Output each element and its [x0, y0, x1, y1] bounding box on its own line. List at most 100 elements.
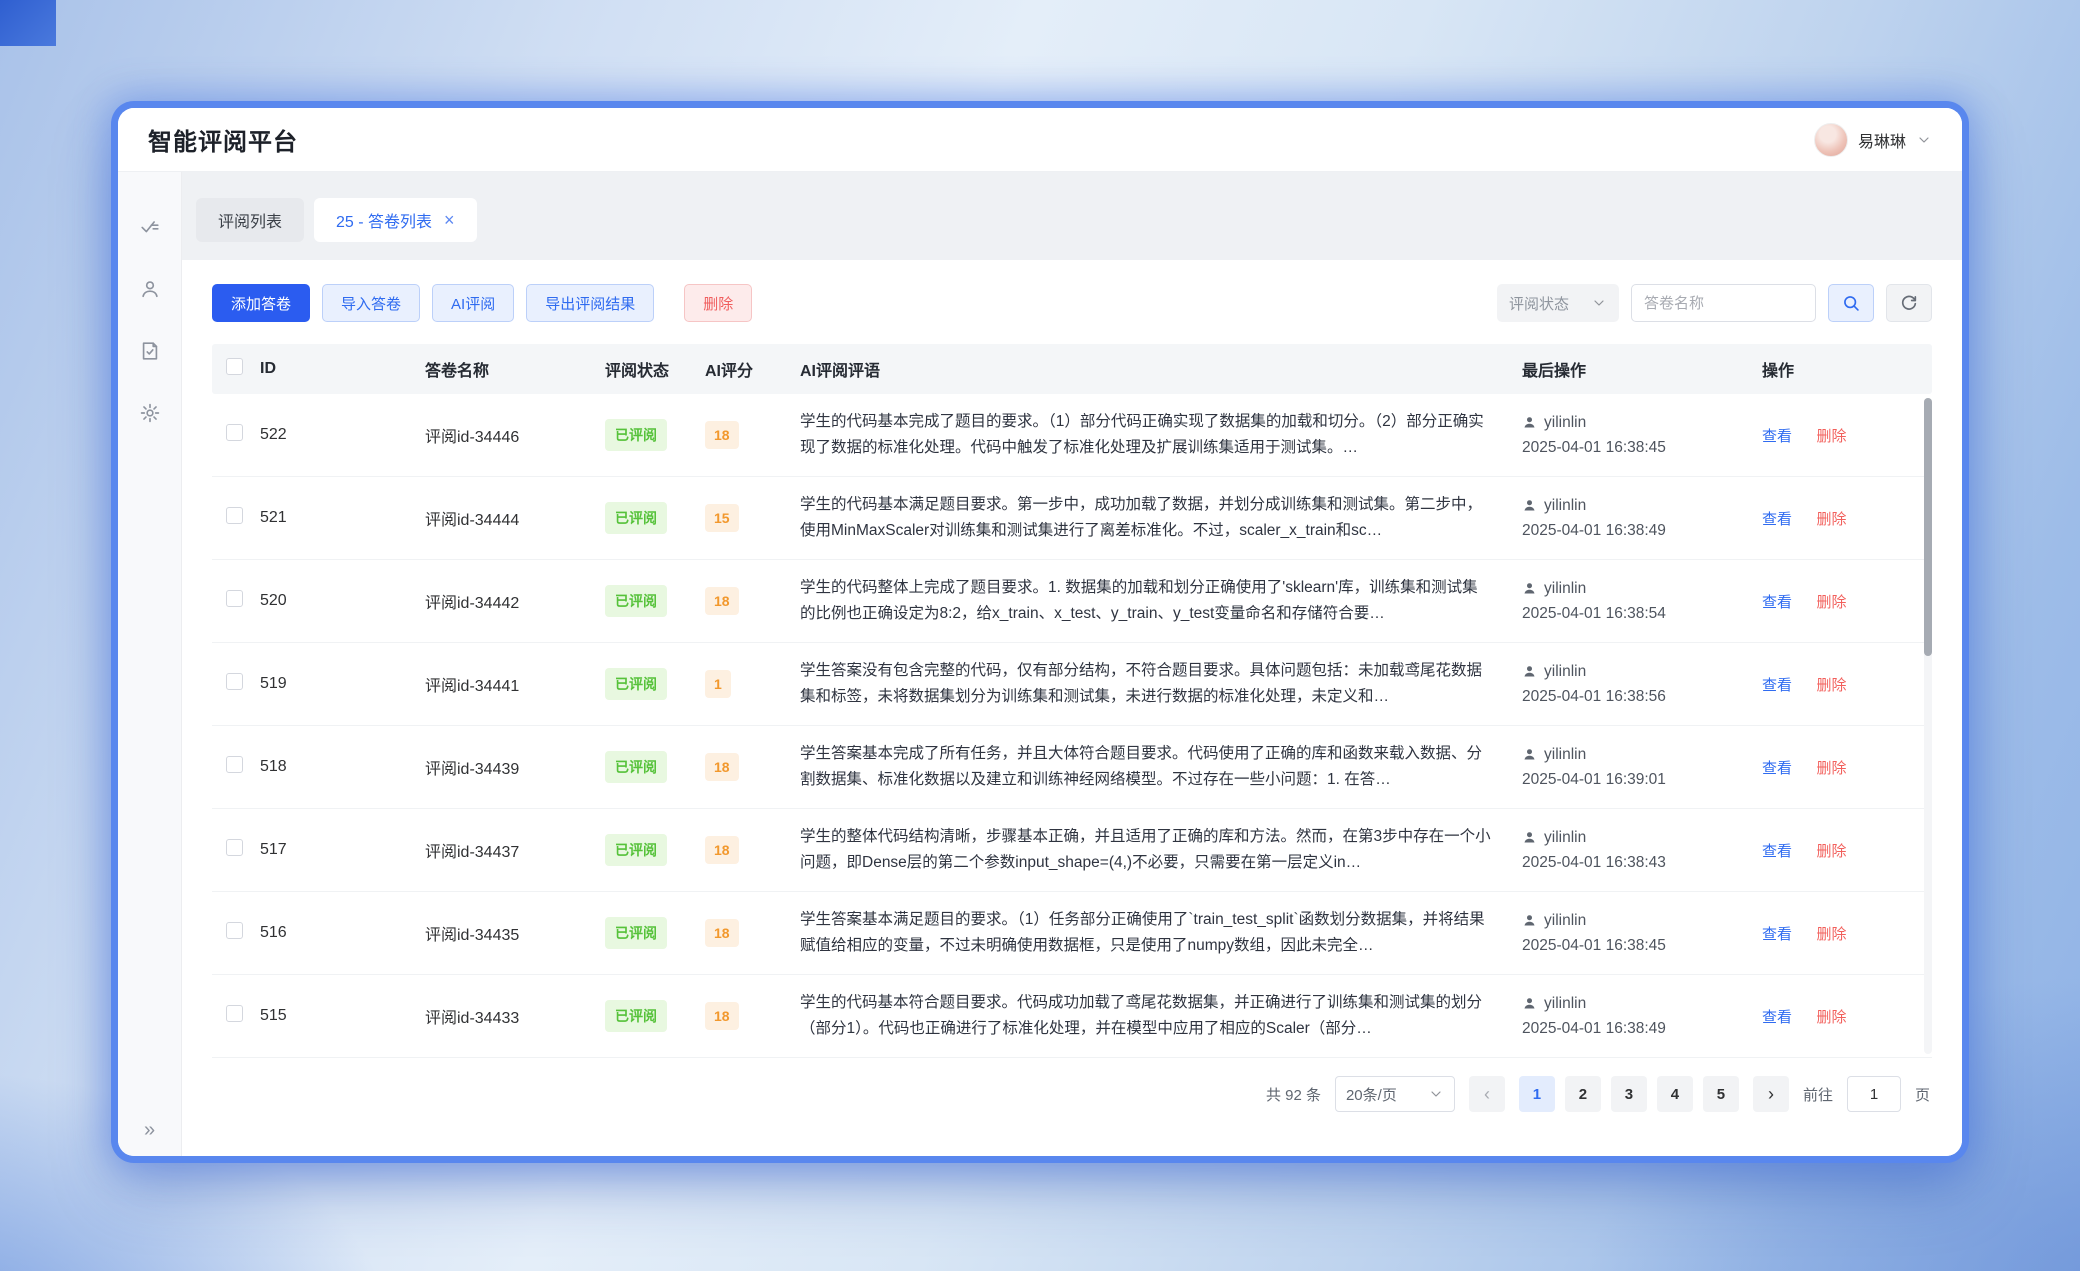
header-id: ID	[260, 360, 425, 378]
view-link[interactable]: 查看	[1762, 428, 1792, 445]
app-header: 智能评阅平台 易琳琳	[118, 108, 1962, 172]
delete-button[interactable]: 删除	[684, 284, 752, 322]
row-status: 已评阅	[605, 668, 705, 700]
row-id: 516	[260, 924, 425, 942]
review-check-icon[interactable]	[139, 216, 161, 238]
search-button[interactable]	[1828, 284, 1874, 322]
add-answer-button[interactable]: 添加答卷	[212, 284, 310, 322]
table-row: 516 评阅id-34435 已评阅 18 学生答案基本满足题目的要求。（1）任…	[212, 892, 1932, 975]
delete-link[interactable]: 删除	[1816, 1009, 1846, 1026]
row-actions: 查看 删除	[1762, 840, 1912, 861]
operator-name: yilinlin	[1544, 829, 1586, 847]
review-status-select[interactable]: 评阅状态	[1497, 284, 1619, 322]
tab-review-list[interactable]: 评阅列表	[196, 198, 304, 242]
row-name: 评阅id-34446	[425, 423, 605, 447]
delete-link[interactable]: 删除	[1816, 843, 1846, 860]
row-score: 18	[705, 587, 800, 615]
view-link[interactable]: 查看	[1762, 594, 1792, 611]
table-row: 518 评阅id-34439 已评阅 18 学生答案基本完成了所有任务，并且大体…	[212, 726, 1932, 809]
row-checkbox[interactable]	[226, 1005, 243, 1022]
row-id: 520	[260, 592, 425, 610]
view-link[interactable]: 查看	[1762, 1009, 1792, 1026]
page-button-1[interactable]: 1	[1519, 1076, 1555, 1112]
import-answer-button[interactable]: 导入答卷	[322, 284, 420, 322]
delete-link[interactable]: 删除	[1816, 594, 1846, 611]
page-button-3[interactable]: 3	[1611, 1076, 1647, 1112]
app-window: 智能评阅平台 易琳琳 »	[118, 108, 1962, 1156]
row-name: 评阅id-34435	[425, 921, 605, 945]
sidebar: »	[118, 172, 182, 1156]
next-page-icon[interactable]: ›	[1753, 1076, 1789, 1112]
page-button-2[interactable]: 2	[1565, 1076, 1601, 1112]
document-check-icon[interactable]	[139, 340, 161, 362]
row-lastop: yilinlin 2025-04-01 16:38:43	[1522, 829, 1762, 872]
answer-table: ID 答卷名称 评阅状态 AI评分 AI评阅评语 最后操作 操作 522 评阅i…	[212, 344, 1932, 1058]
settings-icon[interactable]	[139, 402, 161, 424]
export-results-button[interactable]: 导出评阅结果	[526, 284, 654, 322]
row-comment: 学生的代码基本符合题目要求。代码成功加载了鸢尾花数据集，并正确进行了训练集和测试…	[800, 990, 1522, 1042]
goto-page-input[interactable]	[1847, 1076, 1901, 1112]
user-icon[interactable]	[139, 278, 161, 300]
filter-bar: 评阅状态	[1497, 284, 1932, 322]
row-status: 已评阅	[605, 502, 705, 534]
tab-label: 25 - 答卷列表	[336, 208, 432, 232]
row-checkbox[interactable]	[226, 922, 243, 939]
prev-page-icon[interactable]: ‹	[1469, 1076, 1505, 1112]
view-link[interactable]: 查看	[1762, 760, 1792, 777]
row-checkbox[interactable]	[226, 839, 243, 856]
row-name: 评阅id-34442	[425, 589, 605, 613]
operation-time: 2025-04-01 16:38:45	[1522, 439, 1750, 457]
score-badge: 18	[705, 1002, 739, 1030]
row-status: 已评阅	[605, 1000, 705, 1032]
tab-strip: 评阅列表 25 - 答卷列表 ×	[182, 172, 1962, 260]
ai-review-button[interactable]: AI评阅	[432, 284, 514, 322]
scrollbar-thumb[interactable]	[1924, 398, 1932, 656]
score-badge: 18	[705, 919, 739, 947]
score-badge: 18	[705, 836, 739, 864]
operation-time: 2025-04-01 16:38:45	[1522, 937, 1750, 955]
score-badge: 18	[705, 421, 739, 449]
close-icon[interactable]: ×	[444, 211, 455, 229]
page-button-5[interactable]: 5	[1703, 1076, 1739, 1112]
row-score: 18	[705, 753, 800, 781]
delete-link[interactable]: 删除	[1816, 677, 1846, 694]
view-link[interactable]: 查看	[1762, 511, 1792, 528]
refresh-button[interactable]	[1886, 284, 1932, 322]
view-link[interactable]: 查看	[1762, 677, 1792, 694]
row-id: 519	[260, 675, 425, 693]
goto-suffix: 页	[1915, 1084, 1930, 1105]
tab-answer-list[interactable]: 25 - 答卷列表 ×	[314, 198, 477, 242]
select-all-checkbox[interactable]	[226, 358, 243, 375]
page-button-4[interactable]: 4	[1657, 1076, 1693, 1112]
view-link[interactable]: 查看	[1762, 843, 1792, 860]
row-actions: 查看 删除	[1762, 425, 1912, 446]
delete-link[interactable]: 删除	[1816, 428, 1846, 445]
row-id: 521	[260, 509, 425, 527]
delete-link[interactable]: 删除	[1816, 511, 1846, 528]
status-badge: 已评阅	[605, 419, 667, 451]
person-icon	[1522, 996, 1537, 1011]
table-row: 519 评阅id-34441 已评阅 1 学生答案没有包含完整的代码，仅有部分结…	[212, 643, 1932, 726]
row-checkbox[interactable]	[226, 673, 243, 690]
row-checkbox[interactable]	[226, 507, 243, 524]
page-size-select[interactable]: 20条/页	[1335, 1076, 1455, 1112]
delete-link[interactable]: 删除	[1816, 926, 1846, 943]
status-badge: 已评阅	[605, 502, 667, 534]
row-checkbox[interactable]	[226, 424, 243, 441]
row-lastop: yilinlin 2025-04-01 16:38:56	[1522, 663, 1762, 706]
user-menu[interactable]: 易琳琳	[1814, 123, 1932, 157]
row-status: 已评阅	[605, 751, 705, 783]
operator-name: yilinlin	[1544, 746, 1586, 764]
view-link[interactable]: 查看	[1762, 926, 1792, 943]
row-checkbox[interactable]	[226, 756, 243, 773]
person-icon	[1522, 415, 1537, 430]
delete-link[interactable]: 删除	[1816, 760, 1846, 777]
row-checkbox[interactable]	[226, 590, 243, 607]
operator-name: yilinlin	[1544, 497, 1586, 515]
goto-label: 前往	[1803, 1084, 1833, 1105]
double-chevron-right-icon[interactable]: »	[118, 1119, 181, 1142]
answer-name-input[interactable]	[1631, 284, 1816, 322]
row-comment: 学生的整体代码结构清晰，步骤基本正确，并且适用了正确的库和方法。然而，在第3步中…	[800, 824, 1522, 876]
row-status: 已评阅	[605, 834, 705, 866]
row-score: 1	[705, 670, 800, 698]
